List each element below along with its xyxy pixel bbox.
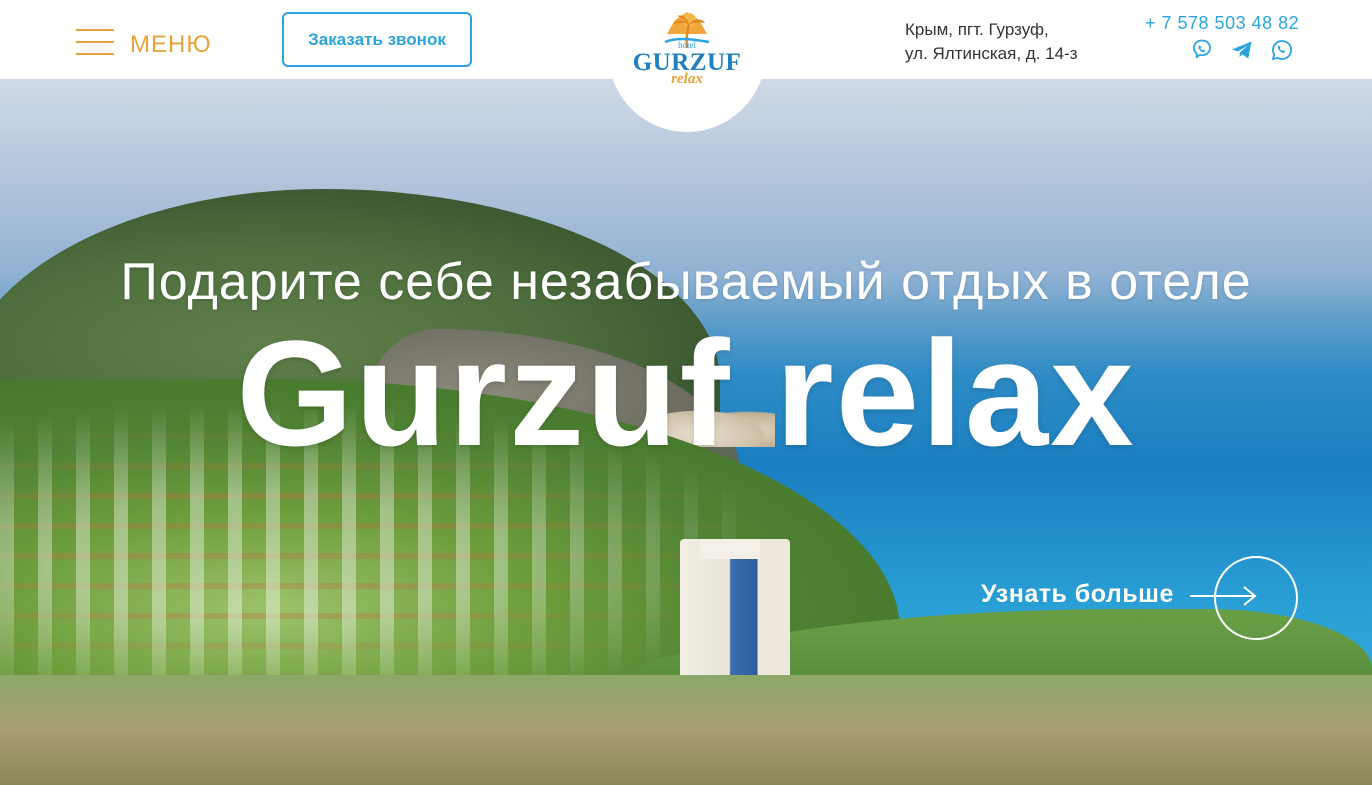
learn-more-label: Узнать больше <box>981 580 1174 608</box>
menu-label: МЕНЮ <box>130 31 212 58</box>
messenger-links <box>1190 38 1294 62</box>
learn-more-button[interactable]: Узнать больше <box>981 556 1301 640</box>
phone-link[interactable]: + 7 578 503 48 82 <box>1145 13 1299 34</box>
order-call-button[interactable]: Заказать звонок <box>282 12 472 67</box>
address-line-2: ул. Ялтинская, д. 14-з <box>905 44 1078 63</box>
address: Крым, пгт. Гурзуф, ул. Ялтинская, д. 14-… <box>905 18 1078 66</box>
vineyard-foreground <box>0 675 1372 785</box>
telegram-icon[interactable] <box>1230 38 1254 62</box>
address-line-1: Крым, пгт. Гурзуф, <box>905 20 1049 39</box>
whatsapp-icon[interactable] <box>1270 38 1294 62</box>
arrow-right-icon <box>1190 586 1257 606</box>
menu-button[interactable]: МЕНЮ <box>76 29 216 59</box>
hamburger-icon <box>76 29 114 55</box>
tower-roof <box>700 539 760 559</box>
viber-icon[interactable] <box>1190 38 1214 62</box>
logo-relax: relax <box>671 71 703 87</box>
hero-title: Gurzuf relax <box>236 309 1136 477</box>
